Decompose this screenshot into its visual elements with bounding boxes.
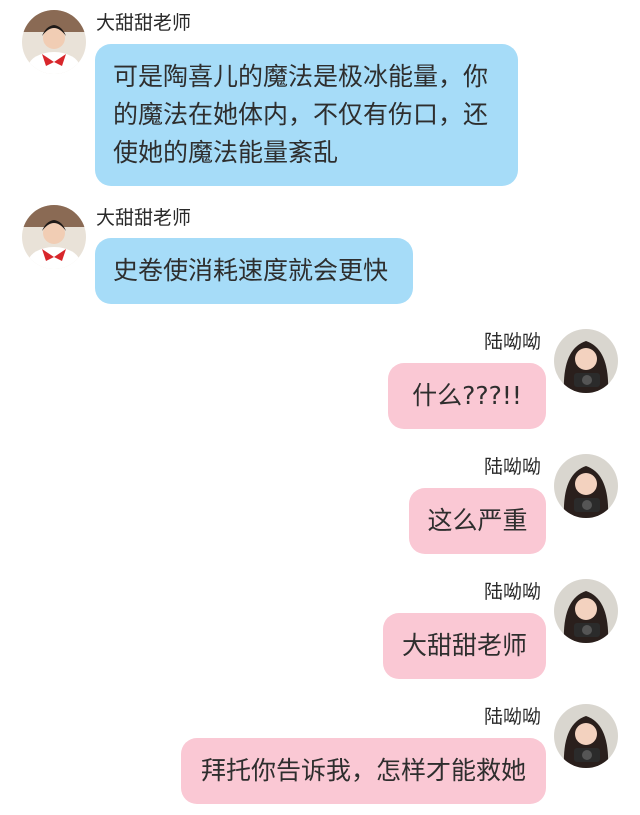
teacher-avatar[interactable] xyxy=(22,205,86,269)
user-avatar-image xyxy=(554,704,618,768)
sender-name: 陆呦呦 xyxy=(484,331,542,353)
message-bubble[interactable]: 史卷使消耗速度就会更快 xyxy=(95,238,413,304)
message-bubble[interactable]: 大甜甜老师 xyxy=(383,613,546,679)
message-bubble[interactable]: 可是陶喜儿的魔法是极冰能量，你的魔法在她体内，不仅有伤口，还使她的魔法能量紊乱 xyxy=(95,44,518,186)
teacher-avatar[interactable] xyxy=(22,10,86,74)
message-bubble[interactable]: 这么严重 xyxy=(409,488,546,554)
user-avatar[interactable] xyxy=(554,579,618,643)
sender-name: 陆呦呦 xyxy=(484,456,542,478)
teacher-avatar-image xyxy=(22,205,86,269)
user-avatar-image xyxy=(554,454,618,518)
sender-name: 陆呦呦 xyxy=(484,706,542,728)
sender-name: 大甜甜老师 xyxy=(96,12,192,34)
user-avatar-image xyxy=(554,579,618,643)
teacher-avatar-image xyxy=(22,10,86,74)
user-avatar[interactable] xyxy=(554,454,618,518)
user-avatar[interactable] xyxy=(554,329,618,393)
sender-name: 陆呦呦 xyxy=(484,581,542,603)
user-avatar[interactable] xyxy=(554,704,618,768)
message-bubble[interactable]: 拜托你告诉我，怎样才能救她 xyxy=(181,738,546,804)
message-bubble[interactable]: 什么???!! xyxy=(388,363,546,429)
user-avatar-image xyxy=(554,329,618,393)
sender-name: 大甜甜老师 xyxy=(96,207,192,229)
